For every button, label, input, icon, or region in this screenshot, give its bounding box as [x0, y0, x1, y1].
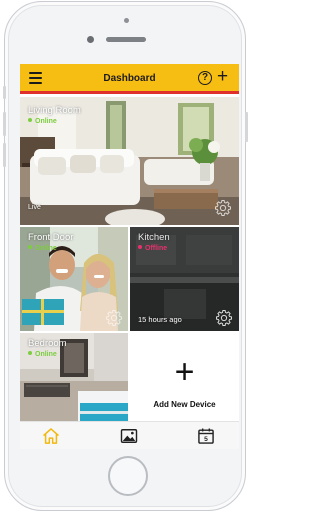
add-new-device-label: Add New Device — [153, 400, 216, 409]
device-status-online: Online — [28, 351, 57, 358]
device-status-offline: Offline — [138, 245, 167, 252]
home-icon[interactable] — [41, 426, 61, 446]
plus-icon: + — [174, 353, 195, 391]
front-camera — [87, 36, 94, 43]
device-tile-living-room[interactable]: Living Room Online Live — [20, 97, 239, 225]
app-header: Dashboard ? + — [20, 64, 239, 94]
add-new-device-tile[interactable]: + Add New Device — [130, 333, 239, 421]
calendar-icon[interactable]: 5 — [196, 426, 216, 446]
gear-icon[interactable] — [214, 199, 232, 217]
earpiece-speaker — [106, 37, 146, 42]
status-text: Online — [35, 245, 57, 252]
status-dot — [28, 351, 32, 355]
volume-up-button — [3, 112, 6, 136]
device-tile-front-door[interactable]: Front Door Online — [20, 227, 128, 331]
device-status-online: Online — [28, 118, 57, 125]
device-status-online: Online — [28, 245, 57, 252]
status-dot — [28, 118, 32, 122]
status-text: Offline — [145, 245, 168, 252]
device-name: Living Room — [28, 105, 81, 116]
living-room-camera-feed — [20, 97, 239, 225]
device-tile-bedroom[interactable]: Bedroom Online — [20, 333, 128, 421]
plus-icon[interactable]: + — [217, 66, 228, 88]
power-button — [245, 112, 248, 142]
device-name: Kitchen — [138, 232, 170, 243]
gear-icon[interactable] — [105, 309, 123, 327]
device-name: Front Door — [28, 232, 74, 243]
device-live-label: Live — [28, 204, 41, 211]
device-tile-kitchen[interactable]: Kitchen Offline 15 hours ago — [130, 227, 239, 331]
volume-down-button — [3, 143, 6, 167]
status-dot — [138, 245, 142, 249]
status-text: Online — [35, 118, 57, 125]
bottom-tab-bar: 5 — [20, 421, 239, 449]
mute-switch — [3, 86, 6, 99]
proximity-sensor — [124, 18, 129, 23]
home-button[interactable] — [108, 456, 148, 496]
last-seen-label: 15 hours ago — [138, 315, 182, 324]
device-name: Bedroom — [28, 338, 67, 349]
calendar-day-label: 5 — [204, 436, 208, 443]
status-text: Online — [35, 351, 57, 358]
app-screen: Dashboard ? + Living Room Online Live Fr… — [20, 64, 239, 449]
question-mark-icon[interactable]: ? — [198, 71, 212, 85]
gear-icon[interactable] — [215, 309, 233, 327]
gallery-icon[interactable] — [119, 426, 139, 446]
status-dot — [28, 245, 32, 249]
